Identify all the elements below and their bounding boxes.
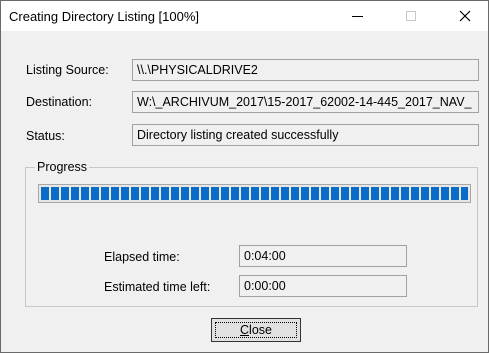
close-button-label: Close <box>240 323 272 337</box>
progress-bar <box>38 184 471 203</box>
dialog-window: Creating Directory Listing [100%] Listin… <box>0 0 489 353</box>
close-icon <box>459 10 471 22</box>
maximize-icon <box>406 11 416 21</box>
minimize-icon <box>351 15 363 17</box>
status-field: Directory listing created successfully <box>132 124 479 146</box>
elapsed-time-field: 0:04:00 <box>239 245 407 267</box>
estimated-time-left-field: 0:00:00 <box>239 275 407 297</box>
progress-group-title: Progress <box>35 160 90 174</box>
destination-label: Destination: <box>26 95 93 109</box>
elapsed-time-label: Elapsed time: <box>104 250 180 264</box>
listing-source-label: Listing Source: <box>26 63 109 77</box>
status-label: Status: <box>26 129 65 143</box>
window-title: Creating Directory Listing [100%] <box>9 9 200 24</box>
progress-bar-fill <box>41 187 468 200</box>
close-button[interactable]: Close <box>211 318 301 342</box>
destination-field: W:\_ARCHIVUM_2017\15-2017_62002-14-445_2… <box>132 91 479 113</box>
close-window-button[interactable] <box>442 1 488 31</box>
listing-source-field: \\.\PHYSICALDRIVE2 <box>132 59 479 81</box>
estimated-time-left-label: Estimated time left: <box>104 280 211 294</box>
minimize-button[interactable] <box>334 1 380 31</box>
maximize-button <box>388 1 434 31</box>
title-bar[interactable]: Creating Directory Listing [100%] <box>1 1 488 31</box>
